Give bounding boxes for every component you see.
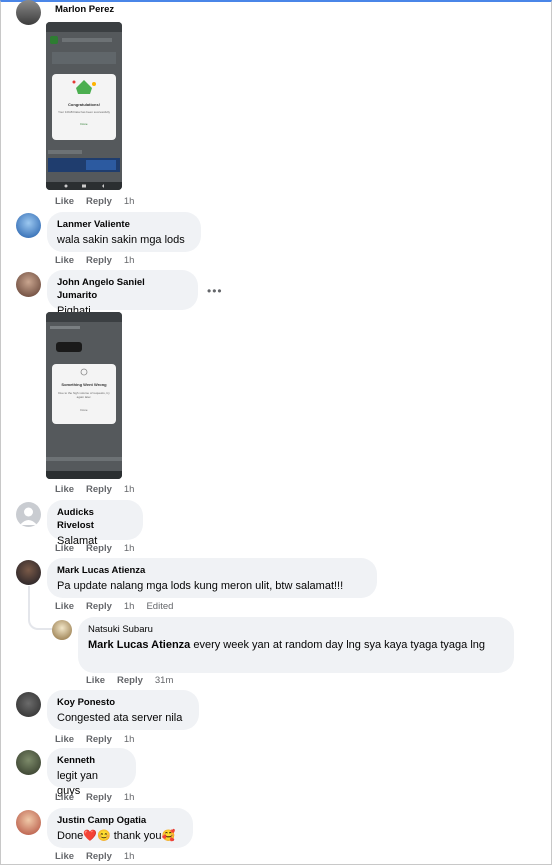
- comment-author[interactable]: Koy Ponesto: [57, 696, 187, 709]
- comment-bubble: John Angelo Saniel Jumarito Pighati: [47, 270, 198, 317]
- reply-button[interactable]: Reply: [86, 543, 112, 554]
- default-avatar-icon: [20, 507, 37, 525]
- timestamp[interactable]: 1h: [124, 543, 135, 554]
- reply-body: every week yan at random day lng sya kay…: [190, 639, 486, 651]
- like-button[interactable]: Like: [55, 792, 74, 803]
- timestamp[interactable]: 1h: [124, 601, 135, 612]
- dialog-body: Your 10GB Data has been successfully: [58, 110, 110, 114]
- attached-screenshot[interactable]: Something Went Wrong Due to the high vol…: [46, 312, 122, 479]
- comment-author[interactable]: Kenneth: [57, 754, 124, 767]
- comment-actions: Like Reply 1h: [55, 255, 146, 266]
- avatar[interactable]: [52, 620, 72, 640]
- comment-text: Pa update nalang mga lods kung meron uli…: [57, 580, 344, 592]
- reply-button[interactable]: Reply: [86, 601, 112, 612]
- avatar[interactable]: [16, 560, 41, 585]
- reply-thread-line: [28, 586, 52, 630]
- comment-author[interactable]: Lanmer Valiente: [57, 218, 189, 231]
- dialog-body: Due to the high volume of requests, try …: [58, 391, 110, 399]
- comment-bubble: Audicks Rivelost Salamat: [47, 500, 143, 547]
- comment-bubble: Koy Ponesto Congested ata server nila: [47, 690, 199, 730]
- like-button[interactable]: Like: [55, 543, 74, 554]
- more-options-icon[interactable]: •••: [207, 284, 223, 298]
- timestamp[interactable]: 1h: [124, 734, 135, 745]
- like-button[interactable]: Like: [55, 851, 74, 862]
- reply-button[interactable]: Reply: [117, 675, 143, 686]
- like-button[interactable]: Like: [55, 601, 74, 612]
- comment-actions: Like Reply 1h: [55, 851, 146, 862]
- edited-label: Edited: [146, 601, 174, 612]
- reply-button[interactable]: Reply: [86, 484, 112, 495]
- avatar[interactable]: [16, 213, 41, 238]
- comment-text: Done❤️😊 thank you🥰: [57, 830, 176, 842]
- comment-bubble: Mark Lucas Atienza Pa update nalang mga …: [47, 558, 377, 598]
- timestamp[interactable]: 1h: [124, 196, 135, 207]
- comment-author[interactable]: Audicks Rivelost: [57, 506, 131, 532]
- dialog-link: Done: [80, 408, 88, 412]
- avatar[interactable]: [16, 810, 41, 835]
- like-button[interactable]: Like: [55, 255, 74, 266]
- like-button[interactable]: Like: [55, 484, 74, 495]
- comment-actions: Like Reply 1h: [55, 196, 146, 207]
- timestamp[interactable]: 1h: [124, 255, 135, 266]
- comment-author[interactable]: Justin Camp Ogatia: [57, 814, 181, 827]
- reply-author[interactable]: Natsuki Subaru: [88, 623, 502, 636]
- comment-text: wala sakin sakin mga lods: [57, 234, 185, 246]
- ad-banner: [46, 150, 122, 190]
- avatar[interactable]: [16, 502, 41, 527]
- comment-author[interactable]: Mark Lucas Atienza: [57, 564, 365, 577]
- timestamp[interactable]: 1h: [124, 851, 135, 862]
- comment-actions: Like Reply 1h: [55, 543, 146, 554]
- attached-screenshot[interactable]: Congratulations! Your 10GB Data has been…: [46, 22, 122, 190]
- comment-bubble: Justin Camp Ogatia Done❤️😊 thank you🥰: [47, 808, 193, 848]
- reply-button[interactable]: Reply: [86, 255, 112, 266]
- avatar[interactable]: [16, 692, 41, 717]
- comment-bubble: Lanmer Valiente wala sakin sakin mga lod…: [47, 212, 201, 252]
- timestamp[interactable]: 31m: [155, 675, 173, 686]
- comment-author[interactable]: Marlon Perez: [55, 4, 114, 15]
- avatar[interactable]: [16, 750, 41, 775]
- avatar[interactable]: [16, 0, 41, 25]
- reply-actions: Like Reply 31m: [86, 675, 185, 686]
- reply-button[interactable]: Reply: [86, 196, 112, 207]
- avatar[interactable]: [16, 272, 41, 297]
- comment-actions: Like Reply 1h: [55, 734, 146, 745]
- dialog-link: Done: [80, 122, 88, 126]
- like-button[interactable]: Like: [55, 196, 74, 207]
- timestamp[interactable]: 1h: [124, 792, 135, 803]
- reply-button[interactable]: Reply: [86, 734, 112, 745]
- dialog-title: Congratulations!: [68, 102, 100, 107]
- comment-author[interactable]: John Angelo Saniel Jumarito: [57, 276, 186, 302]
- dialog-title: Something Went Wrong: [61, 382, 107, 387]
- comment-actions: Like Reply 1h: [55, 484, 146, 495]
- like-button[interactable]: Like: [55, 734, 74, 745]
- reply-text: Mark Lucas Atienza every week yan at ran…: [88, 638, 502, 653]
- reply-bubble: Natsuki Subaru Mark Lucas Atienza every …: [78, 617, 514, 673]
- comment-text: Congested ata server nila: [57, 712, 183, 724]
- comment-actions: Like Reply 1h Edited: [55, 601, 185, 612]
- comment-bubble: Kenneth legit yan guys: [47, 748, 136, 797]
- mention-link[interactable]: Mark Lucas Atienza: [88, 639, 190, 651]
- reply-button[interactable]: Reply: [86, 792, 112, 803]
- reply-button[interactable]: Reply: [86, 851, 112, 862]
- timestamp[interactable]: 1h: [124, 484, 135, 495]
- like-button[interactable]: Like: [86, 675, 105, 686]
- comment-actions: Like Reply 1h: [55, 792, 146, 803]
